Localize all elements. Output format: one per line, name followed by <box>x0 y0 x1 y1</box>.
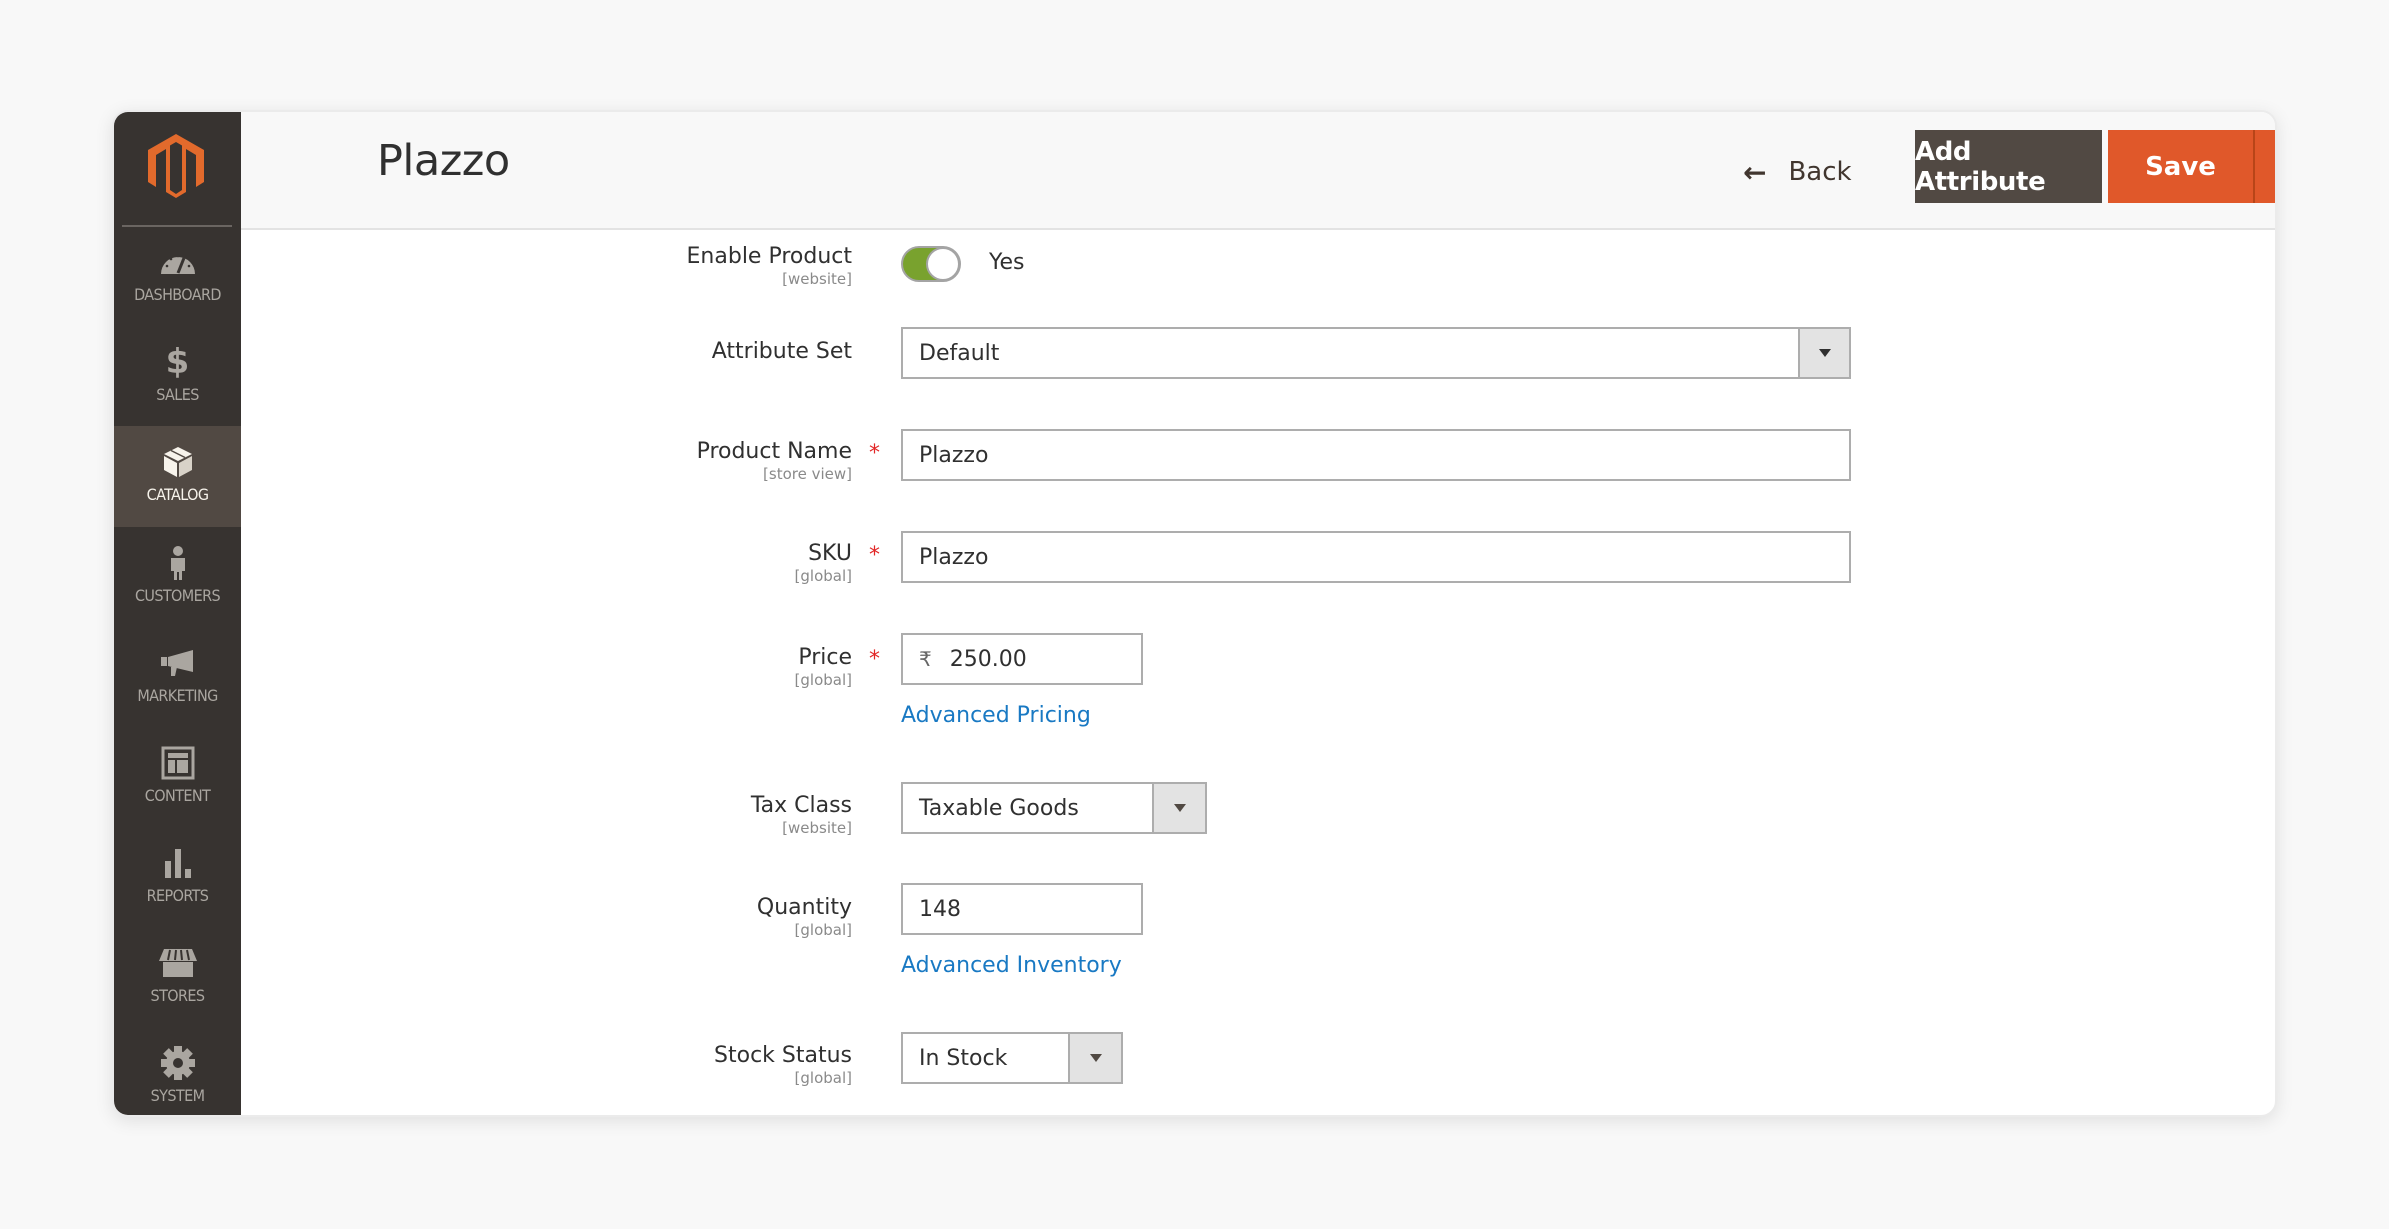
sidebar-item-content[interactable]: CONTENT <box>114 727 241 827</box>
sku-label: SKU <box>808 541 852 566</box>
sidebar-item-sales[interactable]: $ SALES <box>114 326 241 426</box>
price-value: 250.00 <box>949 646 1027 672</box>
toggle-knob <box>926 247 960 281</box>
scope-label: [global] <box>794 1069 852 1087</box>
sidebar-item-label: CONTENT <box>144 786 211 805</box>
caret-down-icon <box>1089 1054 1102 1062</box>
field-label: Product Name [store view] <box>697 439 852 483</box>
product-name-label: Product Name <box>696 439 852 464</box>
field-label: Price [global] <box>795 645 852 689</box>
layout-icon <box>158 743 198 783</box>
sidebar-item-stores[interactable]: STORES <box>114 927 241 1027</box>
stock-status-value: In Stock <box>919 1045 1008 1071</box>
field-label: Attribute Set <box>712 339 852 364</box>
sidebar-item-label: CATALOG <box>146 485 209 504</box>
sidebar-item-label: CUSTOMERS <box>134 586 221 605</box>
storefront-icon <box>158 943 198 983</box>
person-icon <box>158 543 198 583</box>
save-options-toggle[interactable] <box>2255 130 2275 203</box>
magento-logo-icon[interactable] <box>140 130 212 202</box>
field-label: SKU [global] <box>795 541 852 585</box>
enable-product-value: Yes <box>989 250 1025 275</box>
quantity-input[interactable]: 148 <box>901 883 1143 935</box>
tax-class-select[interactable]: Taxable Goods <box>901 782 1207 834</box>
advanced-pricing-link[interactable]: Advanced Pricing <box>901 703 1091 728</box>
back-label: Back <box>1788 157 1852 187</box>
quantity-label: Quantity <box>756 895 852 920</box>
bar-chart-icon <box>158 843 198 883</box>
scope-label: [global] <box>794 921 852 939</box>
attribute-set-label: Attribute Set <box>711 339 852 364</box>
stock-status-select[interactable]: In Stock <box>901 1032 1123 1084</box>
tax-class-label: Tax Class <box>750 793 852 818</box>
sku-value: Plazzo <box>919 544 989 570</box>
sidebar-item-label: MARKETING <box>137 686 218 705</box>
admin-sidebar: DASHBOARD $ SALES CATALOG CUSTOMERS MARK… <box>114 112 241 1115</box>
product-form: Enable Product [website] Yes Attribute S… <box>241 232 2275 1115</box>
sidebar-item-dashboard[interactable]: DASHBOARD <box>114 226 241 326</box>
caret-down-icon <box>1173 804 1186 812</box>
price-input[interactable]: ₹ 250.00 <box>901 633 1143 685</box>
admin-window: DASHBOARD $ SALES CATALOG CUSTOMERS MARK… <box>112 110 2277 1117</box>
select-arrow[interactable] <box>1798 329 1849 377</box>
sidebar-item-system[interactable]: SYSTEM <box>114 1027 241 1115</box>
select-arrow[interactable] <box>1068 1034 1121 1082</box>
save-button[interactable]: Save <box>2108 130 2255 203</box>
price-label: Price <box>798 645 852 670</box>
sidebar-item-label: STORES <box>150 986 206 1005</box>
sidebar-item-reports[interactable]: REPORTS <box>114 827 241 927</box>
gear-icon <box>158 1043 198 1083</box>
required-asterisk: * <box>869 647 880 672</box>
scope-label: [global] <box>794 567 852 585</box>
required-asterisk: * <box>869 543 880 568</box>
page-header: Plazzo ← Back Add Attribute Save <box>241 112 2275 230</box>
dollar-icon: $ <box>165 342 190 382</box>
save-split-button: Save <box>2108 130 2275 203</box>
field-label: Stock Status [global] <box>714 1043 852 1087</box>
quantity-value: 148 <box>919 896 961 922</box>
enable-product-label: Enable Product <box>686 244 852 269</box>
attribute-set-select[interactable]: Default <box>901 327 1851 379</box>
scope-label: [store view] <box>763 465 852 483</box>
dashboard-gauge-icon <box>158 242 198 282</box>
scope-label: [global] <box>794 671 852 689</box>
field-label: Enable Product [website] <box>687 244 852 288</box>
add-attribute-button[interactable]: Add Attribute <box>1915 130 2102 203</box>
required-asterisk: * <box>869 441 880 466</box>
caret-down-icon <box>1818 349 1831 357</box>
sidebar-item-label: DASHBOARD <box>134 285 221 304</box>
select-arrow[interactable] <box>1152 784 1205 832</box>
product-name-value: Plazzo <box>919 442 989 468</box>
megaphone-icon <box>158 643 198 683</box>
stock-status-label: Stock Status <box>714 1043 852 1068</box>
page-title: Plazzo <box>377 136 510 186</box>
scope-label: [website] <box>782 819 852 837</box>
sidebar-item-label: SALES <box>156 385 199 404</box>
product-name-input[interactable]: Plazzo <box>901 429 1851 481</box>
field-label: Quantity [global] <box>757 895 852 939</box>
sidebar-item-catalog[interactable]: CATALOG <box>114 426 241 527</box>
attribute-set-value: Default <box>919 340 1000 366</box>
sidebar-item-label: REPORTS <box>146 886 209 905</box>
sidebar-item-marketing[interactable]: MARKETING <box>114 627 241 727</box>
sidebar-item-customers[interactable]: CUSTOMERS <box>114 527 241 627</box>
back-button[interactable]: ← Back <box>1743 152 1852 192</box>
box-icon <box>158 442 198 482</box>
rupee-currency-icon: ₹ <box>919 647 932 671</box>
tax-class-value: Taxable Goods <box>919 795 1079 821</box>
arrow-left-icon: ← <box>1743 155 1767 189</box>
advanced-inventory-link[interactable]: Advanced Inventory <box>901 953 1122 978</box>
scope-label: [website] <box>782 270 852 288</box>
enable-product-toggle[interactable] <box>901 246 961 282</box>
sku-input[interactable]: Plazzo <box>901 531 1851 583</box>
field-label: Tax Class [website] <box>751 793 852 837</box>
sidebar-item-label: SYSTEM <box>150 1086 205 1105</box>
